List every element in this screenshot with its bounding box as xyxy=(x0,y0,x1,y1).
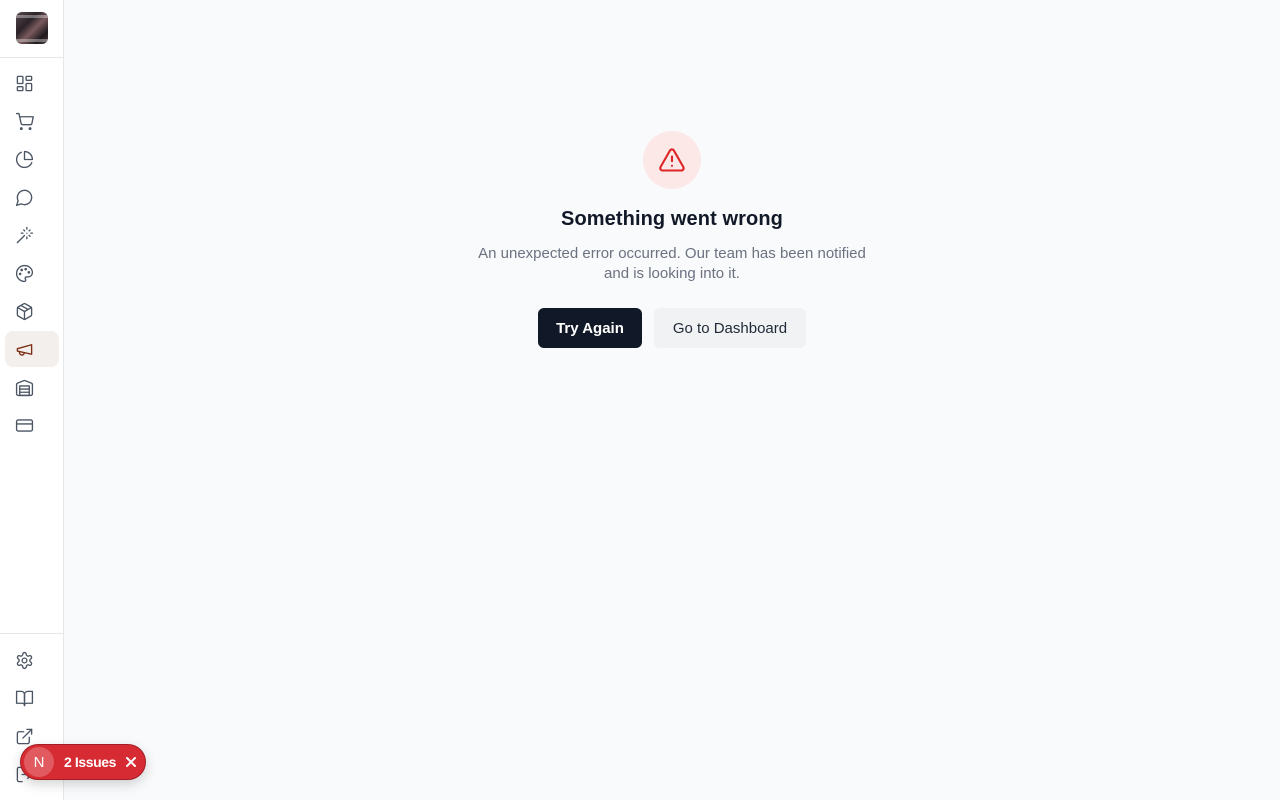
sidebar-item-messages[interactable] xyxy=(5,179,59,215)
issues-badge[interactable]: N 2 Issues xyxy=(20,744,146,780)
sidebar-item-settings[interactable] xyxy=(5,642,59,678)
sidebar-item-themes[interactable] xyxy=(5,255,59,291)
try-again-button[interactable]: Try Again xyxy=(538,308,642,348)
shopping-cart-icon xyxy=(15,112,34,130)
warehouse-icon xyxy=(15,379,34,396)
magic-wand-icon xyxy=(16,226,34,243)
store-logo[interactable] xyxy=(16,12,48,44)
palette-icon xyxy=(15,264,34,282)
error-title: Something went wrong xyxy=(561,208,783,230)
sidebar-item-warehouse[interactable] xyxy=(5,369,59,405)
package-box-icon xyxy=(16,302,33,320)
megaphone-icon xyxy=(16,343,33,356)
main-content: Something went wrong An unexpected error… xyxy=(64,0,1280,800)
issues-label: 2 Issues xyxy=(64,754,117,770)
go-to-dashboard-button[interactable]: Go to Dashboard xyxy=(654,308,806,348)
sidebar-item-marketing[interactable] xyxy=(5,331,59,367)
alert-triangle-icon xyxy=(659,148,685,172)
sidebar-item-orders[interactable] xyxy=(5,103,59,139)
close-issues-button[interactable] xyxy=(124,755,138,769)
sidebar-item-dashboard[interactable] xyxy=(5,65,59,101)
error-message: An unexpected error occurred. Our team h… xyxy=(478,245,866,282)
sidebar-item-products[interactable] xyxy=(5,293,59,329)
book-open-icon xyxy=(15,690,34,706)
credit-card-icon xyxy=(15,418,34,432)
sidebar-item-ai-tools[interactable] xyxy=(5,217,59,253)
error-icon-circle xyxy=(643,131,701,189)
sidebar-item-docs[interactable] xyxy=(5,680,59,716)
chat-bubble-icon xyxy=(15,189,33,206)
sidebar-divider xyxy=(0,57,63,58)
sidebar-item-billing[interactable] xyxy=(5,407,59,443)
issues-avatar: N xyxy=(24,747,54,777)
sidebar-divider-bottom xyxy=(0,633,63,634)
close-icon xyxy=(126,757,137,767)
analytics-pie-icon xyxy=(15,150,34,168)
sidebar xyxy=(0,0,64,800)
dashboard-grid-icon xyxy=(16,75,33,91)
external-link-icon xyxy=(16,728,33,744)
sidebar-item-analytics[interactable] xyxy=(5,141,59,177)
settings-gear-icon xyxy=(16,651,33,669)
